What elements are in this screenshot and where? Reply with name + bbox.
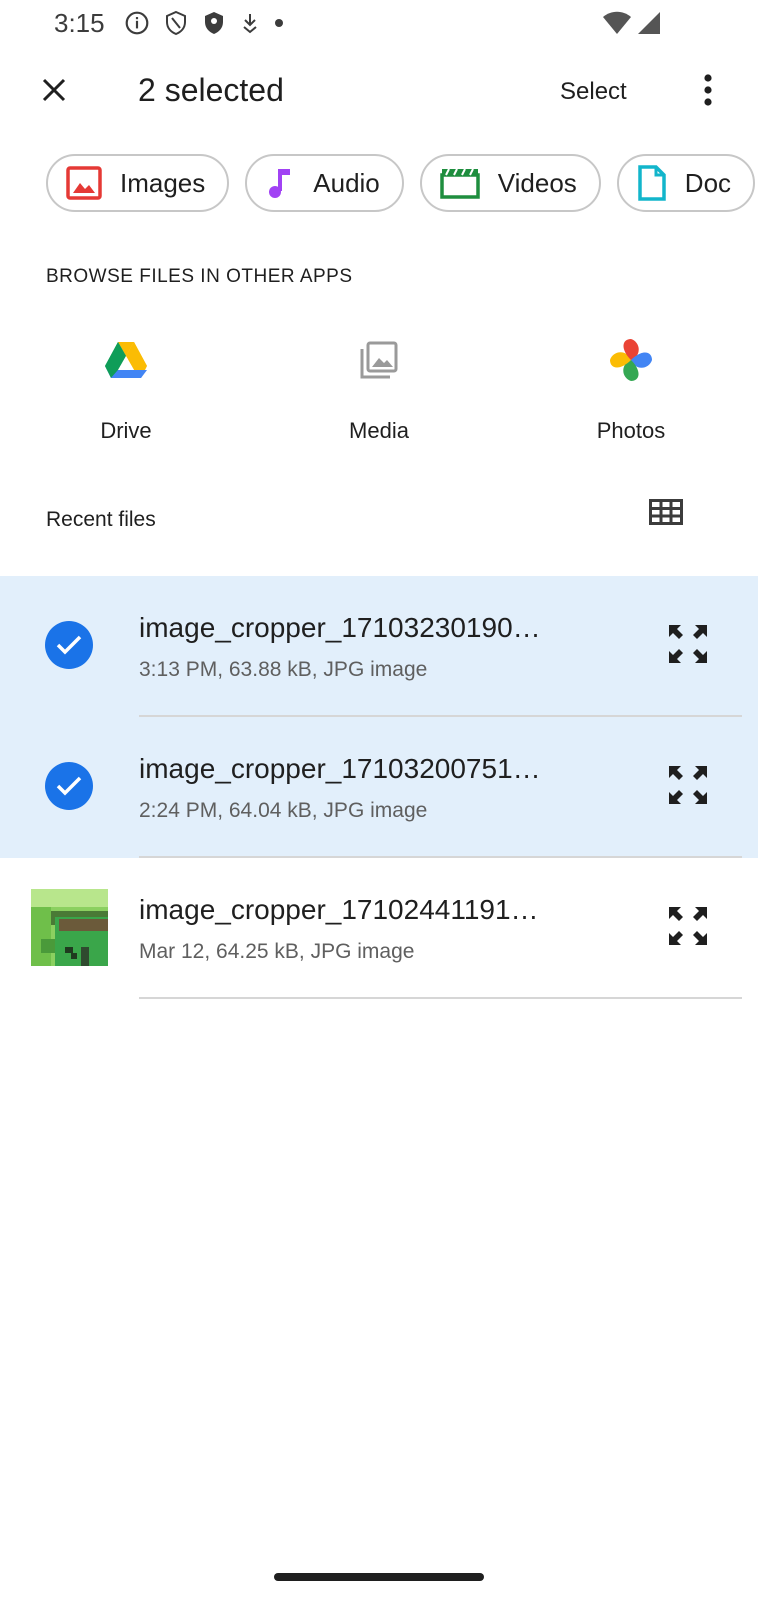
cell-signal-icon bbox=[636, 10, 662, 41]
file-row[interactable]: image_cropper_17103230190… 3:13 PM, 63.8… bbox=[0, 576, 758, 717]
row-divider bbox=[139, 997, 742, 999]
app-drive[interactable]: Drive bbox=[36, 330, 216, 444]
app-label: Photos bbox=[596, 418, 666, 443]
status-system-icons bbox=[602, 10, 662, 41]
file-meta: 2:24 PM, 64.04 kB, JPG image bbox=[139, 799, 428, 822]
preview-expand-button[interactable] bbox=[664, 763, 712, 811]
browse-apps-row: Drive Media Photos bbox=[0, 330, 758, 450]
file-name: image_cropper_17103230190… bbox=[139, 612, 541, 643]
close-selection-button[interactable] bbox=[30, 68, 78, 116]
files-screen: 3:15 2 selected Select Images Audio Vide… bbox=[0, 0, 758, 1600]
preview-expand-button[interactable] bbox=[664, 904, 712, 952]
media-gallery-icon bbox=[355, 336, 403, 384]
expand-icon bbox=[665, 762, 711, 813]
app-label: Drive bbox=[100, 418, 152, 443]
more-options-button[interactable] bbox=[684, 68, 732, 116]
selection-count-title: 2 selected bbox=[138, 72, 284, 108]
clapperboard-icon bbox=[440, 167, 480, 199]
app-bar: 2 selected Select bbox=[0, 60, 758, 124]
chip-videos[interactable]: Videos bbox=[419, 154, 601, 212]
browse-section-header: BROWSE FILES IN OTHER APPS bbox=[46, 266, 353, 287]
file-row[interactable]: image_cropper_17102441191… Mar 12, 64.25… bbox=[0, 858, 758, 999]
wifi-icon bbox=[602, 10, 632, 41]
category-chips: Images Audio Videos Doc bbox=[46, 154, 756, 212]
download-arrow-icon bbox=[240, 11, 260, 35]
file-name: image_cropper_17103200751… bbox=[139, 753, 541, 784]
chip-label: Audio bbox=[313, 167, 380, 198]
music-note-icon bbox=[265, 165, 295, 201]
image-icon bbox=[66, 166, 102, 200]
selected-check-icon[interactable] bbox=[45, 621, 93, 669]
recent-files-header: Recent files bbox=[46, 508, 156, 531]
select-button[interactable]: Select bbox=[560, 78, 627, 106]
file-meta: 3:13 PM, 63.88 kB, JPG image bbox=[139, 658, 428, 681]
selected-check-icon[interactable] bbox=[45, 762, 93, 810]
chip-label: Images bbox=[120, 167, 206, 198]
dot-icon bbox=[274, 18, 284, 28]
status-bar: 3:15 bbox=[0, 0, 758, 48]
file-row[interactable]: image_cropper_17103200751… 2:24 PM, 64.0… bbox=[0, 717, 758, 858]
app-media[interactable]: Media bbox=[289, 330, 469, 444]
chip-label: Doc bbox=[684, 167, 732, 198]
google-drive-icon bbox=[102, 336, 150, 384]
home-gesture-bar[interactable] bbox=[274, 1573, 484, 1581]
file-meta: Mar 12, 64.25 kB, JPG image bbox=[139, 940, 415, 963]
expand-icon bbox=[665, 621, 711, 672]
status-time: 3:15 bbox=[54, 8, 105, 38]
info-icon bbox=[124, 10, 150, 36]
google-photos-icon bbox=[607, 336, 655, 384]
shield-icon bbox=[202, 10, 226, 36]
app-label: Media bbox=[349, 418, 409, 443]
grid-view-toggle-button[interactable] bbox=[642, 490, 690, 538]
app-photos[interactable]: Photos bbox=[541, 330, 721, 444]
status-notification-icons bbox=[124, 10, 284, 36]
chip-label: Videos bbox=[497, 167, 577, 198]
shield-outline-icon bbox=[164, 10, 188, 36]
recent-files-list: image_cropper_17103230190… 3:13 PM, 63.8… bbox=[0, 576, 758, 999]
more-vert-icon bbox=[702, 73, 714, 112]
close-icon bbox=[39, 75, 69, 110]
chip-images[interactable]: Images bbox=[46, 154, 230, 212]
grid-view-icon bbox=[649, 498, 683, 530]
chip-documents[interactable]: Doc bbox=[616, 154, 756, 212]
document-icon bbox=[637, 164, 667, 202]
expand-icon bbox=[665, 903, 711, 954]
file-name: image_cropper_17102441191… bbox=[139, 894, 539, 925]
file-thumbnail[interactable] bbox=[31, 889, 108, 966]
chip-audio[interactable]: Audio bbox=[245, 154, 404, 212]
preview-expand-button[interactable] bbox=[664, 622, 712, 670]
